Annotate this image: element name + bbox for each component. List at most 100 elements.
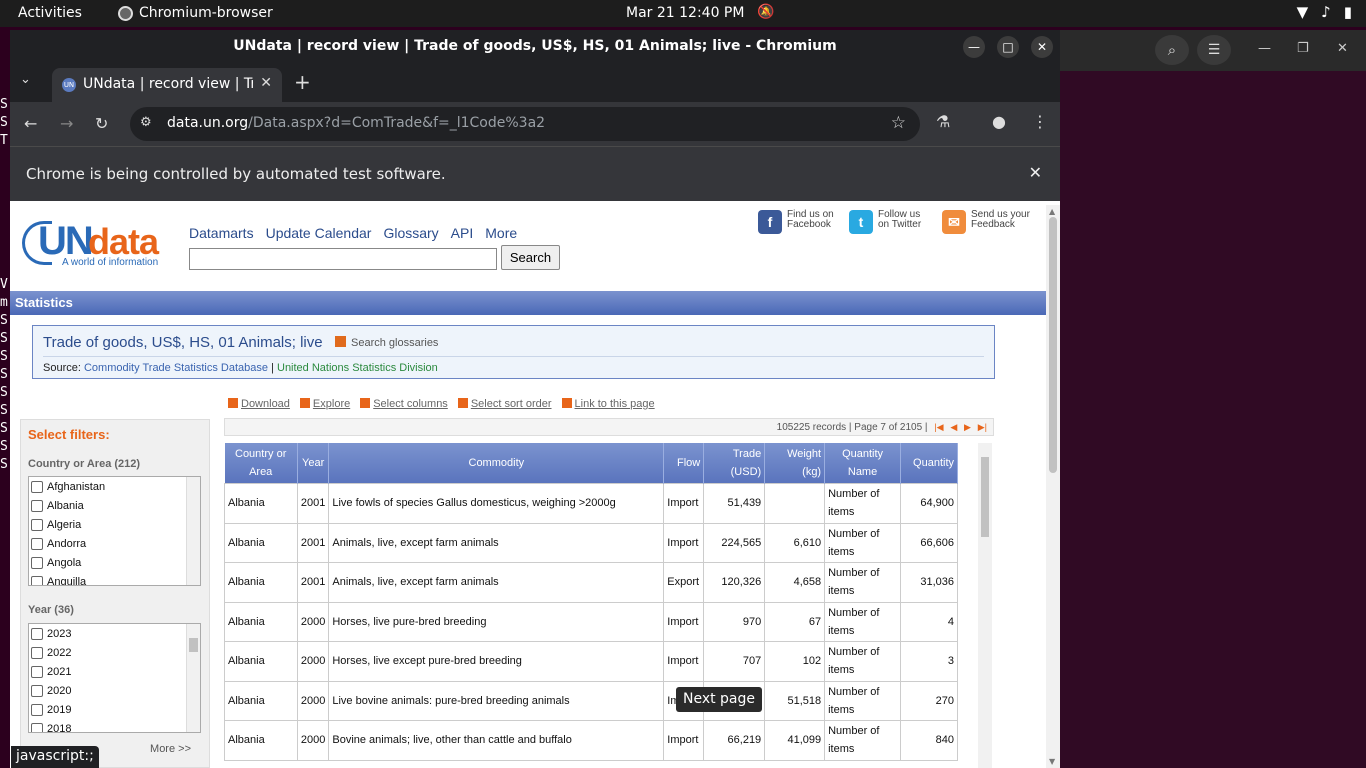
nav-datamarts[interactable]: Datamarts (189, 225, 254, 241)
reload-icon[interactable]: ↻ (95, 114, 108, 133)
checkbox[interactable] (31, 499, 43, 512)
year-list[interactable]: 2023 2022 2021 2020 2019 2018 (28, 623, 201, 733)
column-header[interactable]: Country or Area (224, 443, 298, 484)
statistics-bar: Statistics (10, 291, 1046, 315)
cell-country: Albania (224, 680, 298, 721)
nav-api[interactable]: API (451, 225, 474, 241)
list-scrollbar[interactable] (186, 624, 200, 732)
source-database-link[interactable]: Commodity Trade Statistics Database (84, 362, 268, 374)
nav-glossary[interactable]: Glossary (383, 225, 438, 241)
link-to-page-link[interactable]: Link to this page (561, 398, 655, 410)
previous-page-icon[interactable]: ◀ (950, 422, 957, 432)
list-scrollbar[interactable] (186, 477, 200, 585)
undata-logo[interactable]: UN data A world of information (22, 219, 172, 271)
url-text[interactable]: data.un.org/Data.aspx?d=ComTrade&f=_l1Co… (167, 115, 545, 131)
hamburger-menu-icon[interactable]: ☰ (1197, 35, 1231, 65)
cell-country: Albania (224, 522, 298, 563)
country-option[interactable]: Andorra (29, 534, 200, 553)
twitter-link[interactable]: t Follow us on Twitter (849, 210, 921, 234)
system-top-bar: Activities Chromium-browser Mar 21 12:40… (0, 0, 1366, 27)
bookmark-star-icon[interactable]: ☆ (891, 113, 906, 133)
cell-commodity: Animals, live, except farm animals (328, 522, 665, 563)
checkbox[interactable] (31, 518, 43, 531)
nav-update-calendar[interactable]: Update Calendar (266, 225, 372, 241)
download-link[interactable]: Download (228, 398, 290, 410)
year-option[interactable]: 2021 (29, 662, 200, 681)
search-icon[interactable]: ⌕ (1155, 35, 1189, 65)
checkbox[interactable] (31, 627, 43, 640)
clock[interactable]: Mar 21 12:40 PM (626, 5, 744, 21)
column-header[interactable]: Trade (USD) (703, 443, 766, 484)
checkbox[interactable] (31, 556, 43, 569)
year-option[interactable]: 2019 (29, 700, 200, 719)
checkbox[interactable] (31, 703, 43, 716)
column-header[interactable]: Year (297, 443, 330, 484)
country-option[interactable]: Angola (29, 553, 200, 572)
first-page-icon[interactable]: |◀ (934, 422, 943, 432)
last-page-icon[interactable]: ▶| (978, 422, 987, 432)
tab-close-icon[interactable]: ✕ (260, 75, 272, 91)
checkbox[interactable] (31, 684, 43, 697)
site-search-input[interactable] (189, 248, 497, 270)
column-header[interactable]: Weight (kg) (764, 443, 826, 484)
column-header[interactable]: Commodity (328, 443, 665, 484)
minimize-icon[interactable]: — (1258, 41, 1271, 56)
checkbox[interactable] (31, 537, 43, 550)
country-list[interactable]: Afghanistan Albania Algeria Andorra Ango… (28, 476, 201, 586)
country-option[interactable]: Algeria (29, 515, 200, 534)
checkbox[interactable] (31, 665, 43, 678)
maximize-icon[interactable]: □ (997, 36, 1019, 58)
checkbox[interactable] (31, 480, 43, 493)
more-menu-icon[interactable]: ⋮ (1032, 112, 1048, 131)
explore-link[interactable]: Explore (299, 398, 350, 410)
source-division-link[interactable]: United Nations Statistics Division (277, 362, 438, 374)
system-tray[interactable]: ▼ ♪ ▮ (1297, 3, 1352, 21)
new-tab-icon[interactable]: + (294, 70, 311, 94)
site-info-icon[interactable]: ⚙ (140, 115, 152, 130)
scroll-down-icon[interactable]: ▼ (1049, 757, 1055, 766)
year-option[interactable]: 2022 (29, 643, 200, 662)
scroll-up-icon[interactable]: ▲ (1049, 207, 1055, 216)
activities-button[interactable]: Activities (18, 5, 82, 21)
facebook-link[interactable]: f Find us on Facebook (758, 210, 834, 234)
minimize-icon[interactable]: — (963, 36, 985, 58)
year-option[interactable]: 2023 (29, 624, 200, 643)
column-header[interactable]: Quantity Name (824, 443, 901, 484)
restore-icon[interactable]: ❐ (1297, 41, 1309, 56)
checkbox[interactable] (31, 646, 43, 659)
close-window-icon[interactable]: ✕ (1031, 36, 1053, 58)
select-sort-order-link[interactable]: Select sort order (457, 398, 552, 410)
page-scroll-thumb[interactable] (1049, 217, 1057, 473)
infobar-close-icon[interactable]: ✕ (1029, 163, 1042, 182)
nav-more[interactable]: More (485, 225, 517, 241)
more-filters-link[interactable]: More >> (150, 743, 191, 755)
app-menu[interactable]: Chromium-browser (118, 5, 273, 21)
dataset-source: Source: Commodity Trade Statistics Datab… (43, 362, 438, 374)
labs-flask-icon[interactable]: ⚗ (936, 112, 950, 131)
tab-search-chevron-icon[interactable]: ⌄ (20, 72, 31, 87)
country-option[interactable]: Anguilla (29, 572, 200, 585)
profile-icon[interactable]: ● (992, 112, 1006, 131)
browser-toolbar: ← → ↻ ⚙ data.un.org/Data.aspx?d=ComTrade… (10, 102, 1060, 146)
search-button[interactable]: Search (501, 245, 560, 270)
country-option[interactable]: Albania (29, 496, 200, 515)
column-header[interactable]: Flow (663, 443, 705, 484)
column-header[interactable]: Quantity (900, 443, 959, 484)
year-option[interactable]: 2020 (29, 681, 200, 700)
feedback-link[interactable]: ✉ Send us your Feedback (942, 210, 1030, 234)
forward-icon[interactable]: → (60, 114, 73, 133)
year-option[interactable]: 2018 (29, 719, 200, 732)
tab-undata[interactable]: UN UNdata | record view | Tr ✕ (52, 68, 282, 102)
search-glossaries-link[interactable]: Search glossaries (335, 336, 438, 349)
page-scrollbar[interactable]: ▲ ▼ (1046, 205, 1060, 768)
address-bar[interactable]: ⚙ data.un.org/Data.aspx?d=ComTrade&f=_l1… (130, 107, 920, 141)
back-icon[interactable]: ← (24, 114, 37, 133)
table-scrollbar[interactable] (978, 443, 992, 768)
checkbox[interactable] (31, 722, 43, 732)
country-option[interactable]: Afghanistan (29, 477, 200, 496)
next-page-icon[interactable]: ▶ (964, 422, 971, 432)
select-columns-link[interactable]: Select columns (360, 398, 448, 410)
cell-country: Albania (224, 601, 298, 642)
checkbox[interactable] (31, 575, 43, 585)
close-icon[interactable]: ✕ (1337, 41, 1348, 56)
